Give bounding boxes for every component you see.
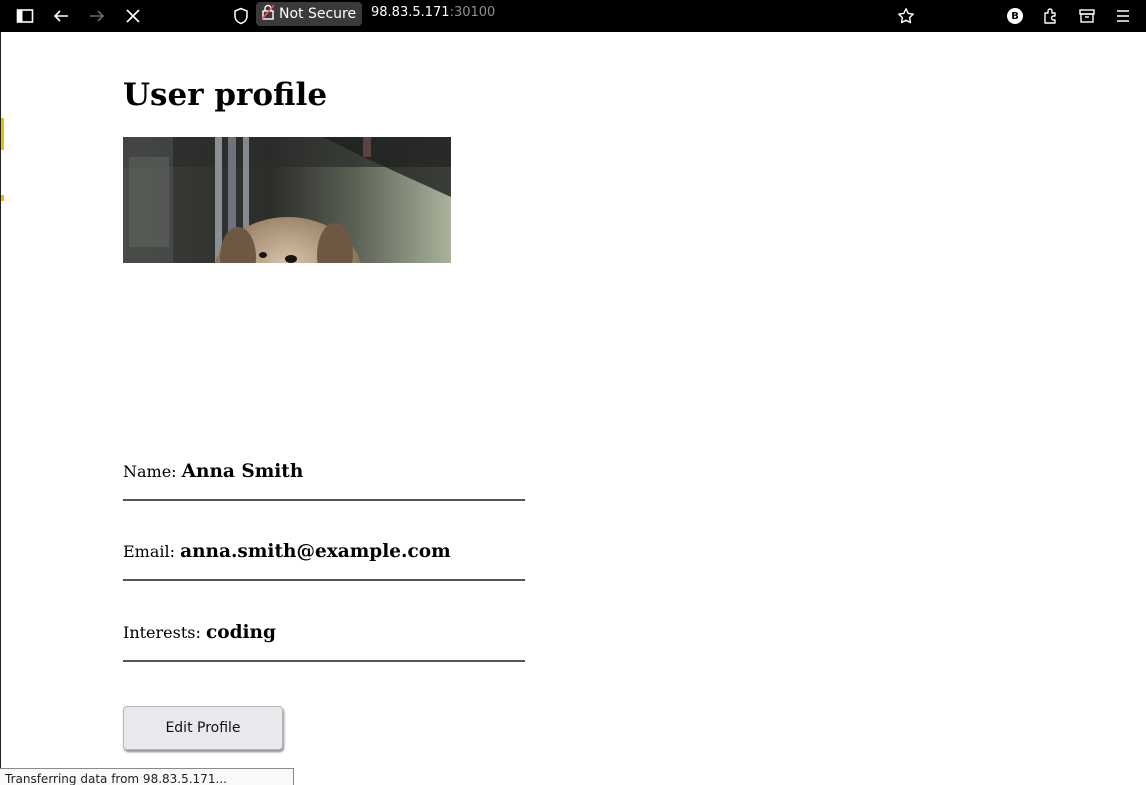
email-field: Email: anna.smith@example.com [123,541,525,581]
forward-arrow-icon[interactable] [79,0,115,32]
email-value: anna.smith@example.com [180,541,451,562]
back-arrow-icon[interactable] [43,0,79,32]
profile-photo [123,137,451,263]
browser-toolbar: Not Secure 98.83.5.171:30100 B [0,0,1146,32]
page-viewport: User profile Name: Anna Smith Email: ann… [0,32,1146,785]
menu-icon[interactable] [1105,0,1141,32]
security-indicator[interactable]: Not Secure [256,2,362,26]
page-title: User profile [123,77,328,113]
name-field: Name: Anna Smith [123,461,525,501]
address-bar[interactable]: 98.83.5.171:30100 [371,0,495,26]
security-label: Not Secure [279,6,357,22]
edge-decoration [1,118,4,150]
stop-icon[interactable] [115,0,151,32]
interests-field: Interests: coding [123,622,525,662]
status-bar: Transferring data from 98.83.5.171... [0,768,294,785]
name-label: Name: [123,462,182,481]
edit-profile-button[interactable]: Edit Profile [123,706,283,750]
edge-decoration [1,195,4,201]
extensions-icon[interactable] [1033,0,1069,32]
star-icon[interactable] [888,0,924,32]
name-value: Anna Smith [181,461,304,482]
account-button[interactable]: B [997,0,1033,32]
interests-value: coding [205,622,276,643]
lock-warning-icon [261,4,275,24]
container-icon[interactable] [1069,0,1105,32]
url-port: :30100 [449,5,496,20]
shield-icon[interactable] [223,0,259,32]
interests-label: Interests: [123,623,206,642]
email-label: Email: [123,542,181,561]
sidebar-icon[interactable] [7,0,43,32]
url-host: 98.83.5.171 [371,5,450,20]
account-badge: B [1007,8,1023,24]
